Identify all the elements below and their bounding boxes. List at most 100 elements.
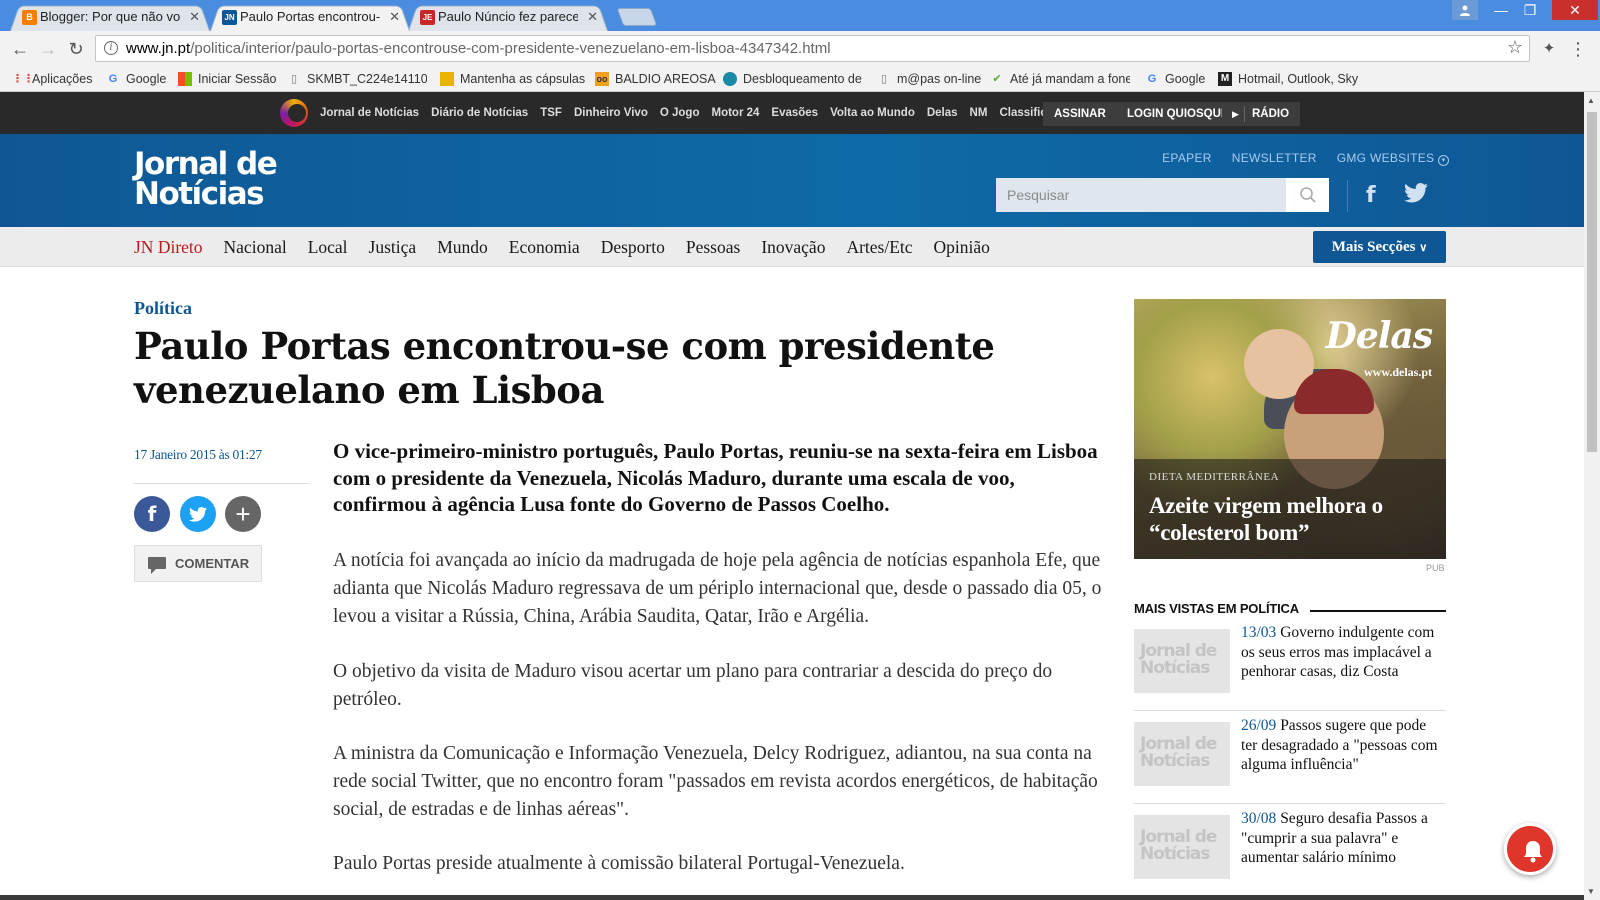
notification-bell-button[interactable] — [1504, 823, 1556, 875]
section-nacional[interactable]: Nacional — [224, 237, 287, 258]
network-link[interactable]: O Jogo — [660, 107, 700, 119]
most-viewed-text[interactable]: 30/08 Seguro desafia Passos a "cumprir a… — [1241, 809, 1441, 868]
site-logo[interactable]: Jornal de Notícias — [134, 149, 278, 210]
minimize-icon[interactable]: — — [1486, 0, 1516, 20]
network-link[interactable]: Dinheiro Vivo — [574, 107, 648, 119]
comment-button[interactable]: COMENTAR — [134, 545, 262, 582]
more-sections-button[interactable]: Mais Secções ∨ — [1313, 231, 1446, 263]
check-icon: ✔ — [992, 73, 1002, 85]
page-icon: ▯ — [290, 73, 298, 85]
menu-icon[interactable]: ⋮ — [1566, 37, 1590, 61]
scrollbar-thumb[interactable] — [1587, 112, 1597, 452]
thumb-logo-line: Notícias — [1140, 751, 1210, 771]
bookmark-item[interactable]: G Google — [1145, 70, 1206, 88]
ad-title: Azeite virgem melhora o “colesterol bom” — [1149, 493, 1383, 545]
forward-icon[interactable]: → — [36, 37, 60, 61]
bookmark-label: BALDIO AREOSA — [615, 72, 716, 86]
jn-icon: JN — [222, 10, 237, 25]
windows-icon — [178, 72, 192, 86]
back-icon[interactable]: ← — [8, 37, 32, 61]
article-title: Paulo Portas encontrou-se com presidente… — [134, 324, 995, 412]
epaper-link[interactable]: EPAPER — [1162, 151, 1212, 166]
most-viewed-title: MAIS VISTAS EM POLÍTICA — [1134, 601, 1299, 616]
search-button[interactable] — [1286, 178, 1329, 212]
close-icon[interactable]: ✕ — [587, 3, 598, 31]
bookmark-item[interactable]: ⋮⋮ Aplicações — [12, 70, 92, 88]
search-input[interactable] — [996, 178, 1286, 212]
section-desporto[interactable]: Desporto — [601, 237, 665, 258]
bookmark-item[interactable]: Desbloqueamento de — [723, 70, 863, 88]
section-inovacao[interactable]: Inovação — [761, 237, 825, 258]
network-link[interactable]: TSF — [540, 107, 562, 119]
extension-icon[interactable]: ✦ — [1537, 37, 1561, 61]
close-icon[interactable]: ✕ — [189, 3, 200, 31]
section-economia[interactable]: Economia — [509, 237, 580, 258]
twitter-icon[interactable] — [1404, 183, 1428, 209]
bookmark-item[interactable]: G Google — [106, 70, 167, 88]
gmg-logo-icon[interactable] — [280, 99, 308, 127]
address-bar[interactable]: i www.jn.pt/politica/interior/paulo-port… — [95, 35, 1530, 62]
most-viewed-text[interactable]: 13/03 Governo indulgente com os seus err… — [1241, 623, 1441, 682]
bookmark-item[interactable]: oo BALDIO AREOSA — [595, 70, 716, 88]
article-section[interactable]: Política — [134, 298, 192, 319]
bookmark-item[interactable]: Iniciar Sessão — [178, 70, 277, 88]
network-link[interactable]: NM — [970, 107, 988, 119]
bookmark-item[interactable]: ▯ SKMBT_C224e141103 — [287, 70, 427, 88]
tab-title: Blogger: Por que não vo — [40, 9, 180, 24]
network-link[interactable]: Evasões — [771, 107, 818, 119]
share-facebook-button[interactable]: f — [134, 496, 170, 532]
new-tab-button[interactable] — [616, 8, 658, 26]
browser-tab-blogger[interactable]: B Blogger: Por que não vo ✕ — [10, 3, 210, 31]
reload-icon[interactable]: ↻ — [64, 37, 88, 61]
network-link[interactable]: Jornal de Notícias — [320, 107, 419, 119]
user-profile-icon[interactable] — [1452, 0, 1478, 20]
bookmark-item[interactable]: ✔ Até já mandam a fone — [990, 70, 1130, 88]
bookmark-label: Mantenha as cápsulas — [460, 72, 585, 86]
network-link[interactable]: Motor 24 — [711, 107, 759, 119]
section-local[interactable]: Local — [308, 237, 348, 258]
page-scrollbar[interactable]: ▲ ▼ — [1584, 92, 1600, 900]
search-icon — [1299, 187, 1316, 203]
browser-tab-jn[interactable]: JN Paulo Portas encontrou-s ✕ — [210, 3, 410, 31]
article-date: 17 Janeiro 2015 às 01:27 — [134, 447, 262, 462]
radio-button[interactable]: ▶ RÁDIO — [1222, 102, 1301, 126]
tab-title: Paulo Portas encontrou-s — [240, 9, 380, 24]
close-icon[interactable]: ✕ — [389, 3, 400, 31]
scroll-up-icon[interactable]: ▲ — [1587, 96, 1595, 105]
advertisement[interactable]: Delas www.delas.pt DIETA MEDITERRÂNEA Az… — [1134, 299, 1446, 559]
section-pessoas[interactable]: Pessoas — [686, 237, 740, 258]
network-link[interactable]: Delas — [927, 107, 958, 119]
play-icon: ▶ — [1232, 109, 1239, 119]
newsletter-link[interactable]: NEWSLETTER — [1232, 151, 1317, 166]
section-mundo[interactable]: Mundo — [437, 237, 488, 258]
network-link[interactable]: Diário de Notícias — [431, 107, 528, 119]
maximize-icon[interactable]: ❐ — [1515, 0, 1545, 20]
browser-tab-nuncio[interactable]: JE Paulo Núncio fez parece ✕ — [408, 3, 608, 31]
subscribe-button[interactable]: ASSINAR — [1043, 102, 1117, 126]
share-twitter-button[interactable] — [180, 496, 216, 532]
section-justica[interactable]: Justiça — [369, 237, 417, 258]
google-icon: G — [108, 73, 118, 85]
scroll-down-icon[interactable]: ▼ — [1587, 887, 1595, 896]
info-icon[interactable]: i — [104, 41, 118, 55]
share-more-button[interactable]: + — [225, 496, 261, 532]
gmg-websites-label: GMG WEBSITES — [1336, 151, 1435, 165]
divider — [1347, 180, 1348, 212]
url-text[interactable]: www.jn.pt/politica/interior/paulo-portas… — [126, 40, 831, 57]
bookmark-item[interactable]: ▯ m@pas on-line — [877, 70, 981, 88]
section-items: JN Direto Nacional Local Justiça Mundo E… — [134, 227, 990, 267]
facebook-icon[interactable]: f — [1366, 183, 1376, 208]
divider — [1310, 610, 1446, 612]
site-header: Jornal de Notícias EPAPER NEWSLETTER GMG… — [0, 134, 1584, 227]
window-close-icon[interactable]: ✕ — [1552, 0, 1598, 20]
bookmark-item[interactable]: M Hotmail, Outlook, Sky — [1218, 70, 1366, 88]
network-link[interactable]: Volta ao Mundo — [830, 107, 915, 119]
section-artes[interactable]: Artes/Etc — [846, 237, 912, 258]
bookmark-item[interactable]: Mantenha as cápsulas — [440, 70, 585, 88]
section-jn-direto[interactable]: JN Direto — [134, 237, 203, 258]
most-viewed-text[interactable]: 26/09 Passos sugere que pode ter desagra… — [1241, 716, 1441, 775]
section-opiniao[interactable]: Opinião — [934, 237, 990, 258]
bookmark-icon — [440, 72, 454, 86]
gmg-websites-link[interactable]: GMG WEBSITES ▾ — [1337, 151, 1449, 166]
bookmark-star-icon[interactable]: ☆ — [1507, 37, 1523, 58]
